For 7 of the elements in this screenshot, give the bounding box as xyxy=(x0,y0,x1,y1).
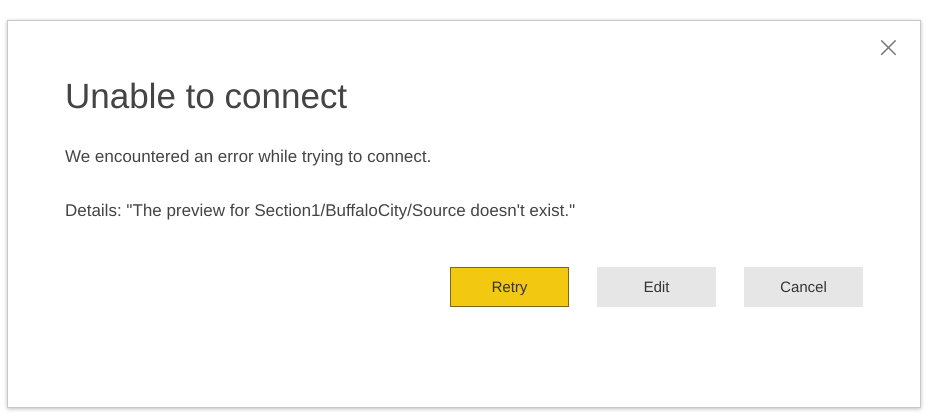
dialog-button[interactable]: Edit xyxy=(597,267,716,307)
error-details: Details: "The preview for Section1/BuffaloCity/Source doesn't exist." xyxy=(65,201,576,221)
dialog-title: Unable to connect xyxy=(65,77,348,117)
dialog-button[interactable]: Cancel xyxy=(744,267,863,307)
primary-button[interactable]: Retry xyxy=(450,267,569,307)
error-message: We encountered an error while trying to connect. xyxy=(65,147,432,167)
close-button[interactable]: × xyxy=(872,33,905,63)
